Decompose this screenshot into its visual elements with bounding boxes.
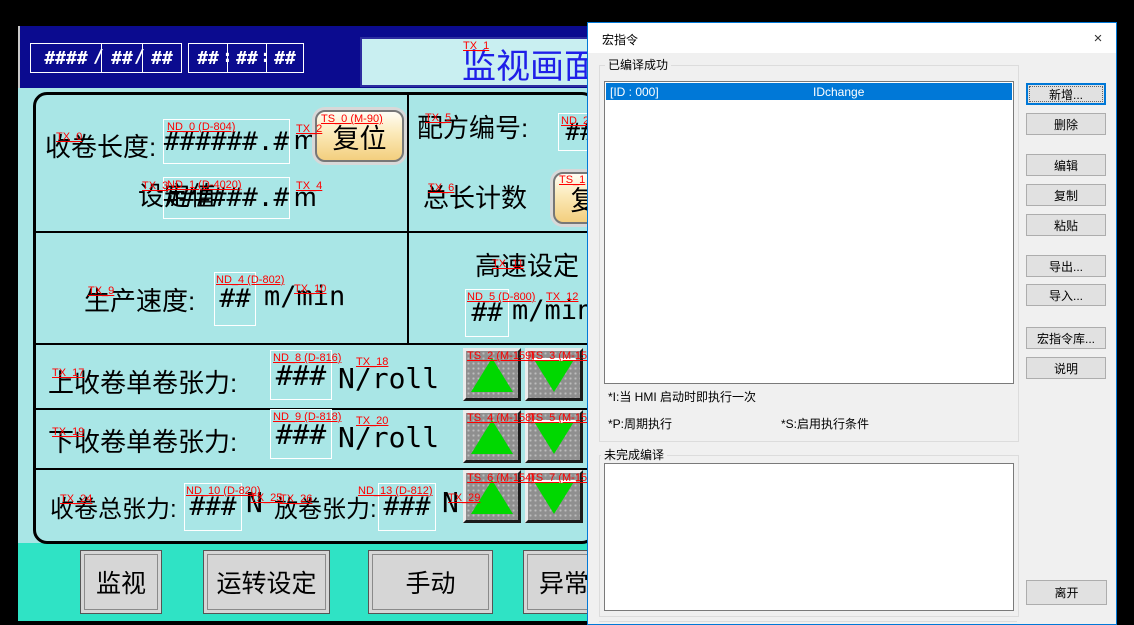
tag-set-value-field: ND_1 (D-4020) xyxy=(167,179,242,191)
tag-upper-tension-value: ND_8 (D-816) xyxy=(273,352,341,364)
tag-unwind-tension: TX_26 xyxy=(280,493,312,505)
copy-button[interactable]: 复制 xyxy=(1026,184,1106,206)
edit-button[interactable]: 编辑 xyxy=(1026,154,1106,176)
import-button[interactable]: 导入... xyxy=(1026,284,1106,306)
nav-button-monitor[interactable]: 监视 xyxy=(80,550,162,614)
tag-unwind-tension-value: ND_13 (D-812) xyxy=(358,485,433,497)
nav-button-run-settings[interactable]: 运转设定 xyxy=(203,550,330,614)
tag-total-tension: TX_24 xyxy=(60,493,92,505)
date-separator: / xyxy=(93,46,104,67)
grid-hline xyxy=(36,231,587,233)
tag-upper-up: TS_2 (M-159) xyxy=(467,350,535,362)
date-year: #### xyxy=(31,44,101,72)
note-periodic: *P:周期执行 xyxy=(608,415,672,432)
grid-hline xyxy=(36,343,587,345)
tag-reset-length: TS_0 (M-90) xyxy=(321,113,383,125)
macro-dialog: 宏指令 × 已编译成功 [ID : 000] IDchange *I:当 HMI… xyxy=(587,22,1117,625)
export-button[interactable]: 导出... xyxy=(1026,255,1106,277)
exit-button[interactable]: 离开 xyxy=(1026,580,1107,605)
tag-winding-length-value: ND_0 (D-804) xyxy=(167,121,235,133)
uncompiled-macro-list[interactable] xyxy=(604,463,1014,611)
paste-button[interactable]: 粘贴 xyxy=(1026,214,1106,236)
tag-total-up: TS_6 (M-154) xyxy=(467,472,535,484)
tag-lower-tension-unit: TX_20 xyxy=(356,415,388,427)
up-arrow-icon xyxy=(471,420,513,454)
up-arrow-icon xyxy=(471,358,513,392)
tag-prod-speed: TX_9 xyxy=(88,285,114,297)
compiled-group-label: 已编译成功 xyxy=(605,56,671,73)
macro-id: [ID : 000] xyxy=(610,85,659,99)
date-separator: / xyxy=(134,46,145,67)
macro-name: IDchange xyxy=(813,85,864,99)
time-second: ## xyxy=(266,44,303,72)
down-arrow-icon xyxy=(533,358,575,392)
down-arrow-icon xyxy=(533,480,575,514)
tag-reset-count: TS_1 xyxy=(559,174,585,186)
tag-prod-speed-unit: TX_10 xyxy=(294,283,326,295)
note-initial: *I:当 HMI 启动时即执行一次 xyxy=(608,388,756,405)
dialog-title: 宏指令 xyxy=(602,31,638,48)
lower-tension-unit: N/roll xyxy=(338,421,439,454)
high-speed-label: 高速设定 xyxy=(475,246,579,283)
close-icon[interactable]: × xyxy=(1083,25,1113,51)
nav-button-manual[interactable]: 手动 xyxy=(368,550,493,614)
tag-prod-speed-value: ND_4 (D-802) xyxy=(216,274,284,286)
upper-tension-unit: N/roll xyxy=(338,362,439,395)
tag-high-speed: TX_11 xyxy=(492,258,524,270)
uncompiled-group-label: 未完成编译 xyxy=(601,446,667,463)
time-display[interactable]: ## ## ## : : xyxy=(188,43,304,73)
tag-upper-tension: TX_17 xyxy=(52,367,84,379)
tag-total-tension-unit: TX_25 xyxy=(250,492,282,504)
add-button[interactable]: 新增... xyxy=(1026,83,1106,105)
tag-high-speed-value: ND_5 (D-800) xyxy=(467,291,535,303)
delete-button[interactable]: 删除 xyxy=(1026,113,1106,135)
tag-upper-tension-unit: TX_18 xyxy=(356,356,388,368)
tag-set-value-unit: TX_4 xyxy=(296,180,322,192)
tag-winding-length: TX_0 xyxy=(56,131,82,143)
bottom-panel-edge xyxy=(599,621,1017,622)
date-display[interactable]: #### ## ## / / xyxy=(30,43,182,73)
tag-lower-tension: TX_19 xyxy=(52,426,84,438)
time-separator: : xyxy=(222,46,233,67)
compiled-macro-list[interactable]: [ID : 000] IDchange xyxy=(604,81,1014,384)
tag-recipe-value: ND_2 xyxy=(561,115,589,127)
tag-recipe: TX_5 xyxy=(425,112,451,124)
down-arrow-icon xyxy=(533,420,575,454)
tag-lower-tension-value: ND_9 (D-818) xyxy=(273,411,341,423)
screen: #### ## ## / / ## ## ## : : 监视画面 TX_1 收卷… xyxy=(0,0,1134,625)
tag-winding-length-unit: TX_2 xyxy=(296,123,322,135)
grid-vline xyxy=(407,95,409,343)
tag-high-speed-unit: TX_12 xyxy=(546,291,578,303)
list-item-macro[interactable]: [ID : 000] IDchange xyxy=(606,83,1012,100)
tag-set-value: TX_3 xyxy=(142,180,168,192)
help-button[interactable]: 说明 xyxy=(1026,357,1106,379)
macro-library-button[interactable]: 宏指令库... xyxy=(1026,327,1106,349)
tag-unwind-tension-unit: TX_29 xyxy=(448,492,480,504)
tag-total-count: TX_6 xyxy=(428,182,454,194)
note-condition: *S:启用执行条件 xyxy=(781,415,869,432)
date-day: ## xyxy=(142,44,181,72)
tag-title: TX_1 xyxy=(463,40,489,52)
time-separator: : xyxy=(260,46,271,67)
dialog-titlebar[interactable]: 宏指令 × xyxy=(588,23,1116,53)
tag-lower-up: TS_4 (M-158) xyxy=(467,412,535,424)
